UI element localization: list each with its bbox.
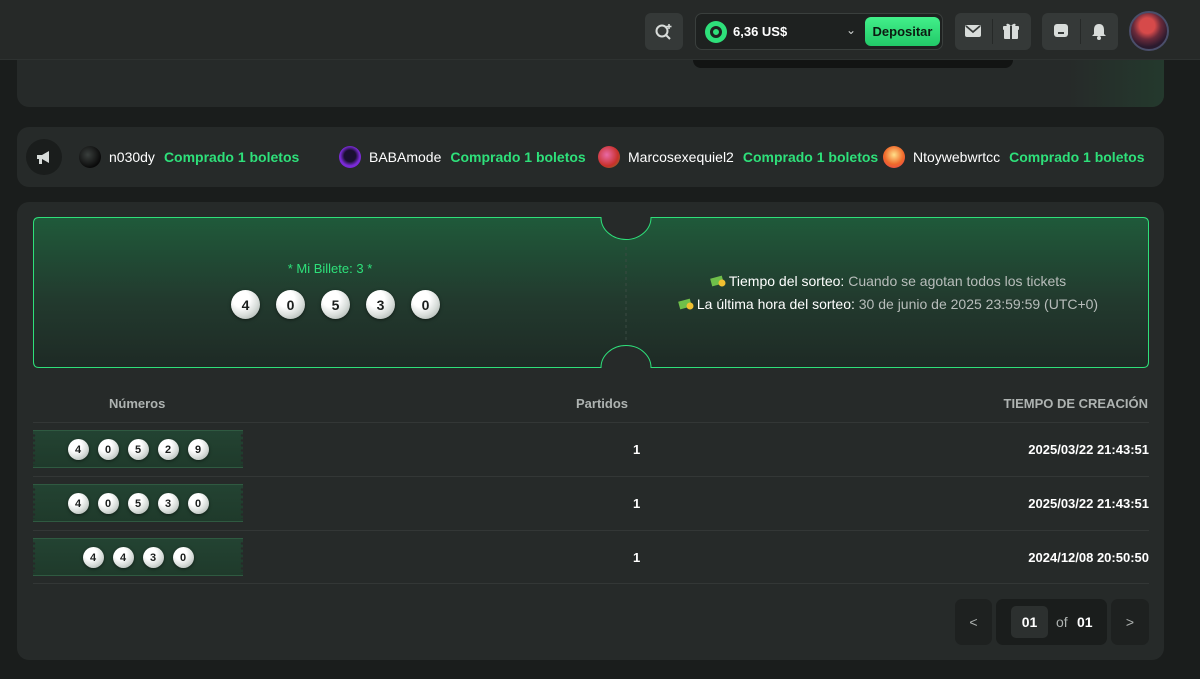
number-ball: 9: [187, 439, 209, 460]
money-icon: [710, 275, 726, 287]
created-time: 2024/12/08 20:50:50: [1028, 550, 1149, 565]
created-time: 2025/03/22 21:43:51: [1028, 442, 1149, 457]
ticker-username: BABAmode: [369, 149, 442, 165]
table-row: 4 4 3 0 1 2024/12/08 20:50:50: [32, 530, 1149, 584]
number-ball: 5: [127, 493, 149, 514]
mini-ticket: 4 0 5 3 0: [32, 484, 244, 522]
user-avatar[interactable]: [1129, 11, 1169, 51]
my-ticket-numbers: 4 0 5 3 0: [231, 290, 440, 319]
mail-icon[interactable]: [963, 21, 983, 41]
number-ball: 4: [67, 493, 89, 514]
ticker-username: Marcosexequiel2: [628, 149, 734, 165]
number-ball: 4: [231, 290, 260, 319]
last-draw-value: 30 de junio de 2025 23:59:59 (UTC+0): [858, 296, 1099, 312]
chevron-down-icon[interactable]: ⌄: [846, 23, 856, 37]
prev-page-button[interactable]: <: [955, 599, 992, 645]
ticker-item: Marcosexequiel2 Comprado 1 boletos: [598, 145, 878, 169]
draw-time-label: Tiempo del sorteo:: [728, 273, 845, 289]
number-ball: 3: [366, 290, 395, 319]
table-row: 4 0 5 3 0 1 2025/03/22 21:43:51: [32, 476, 1149, 530]
avatar: [339, 146, 361, 168]
draw-time-info: Tiempo del sorteo: Cuando se agotan todo…: [627, 273, 1149, 289]
avatar: [598, 146, 620, 168]
gift-icon[interactable]: [1001, 21, 1021, 41]
draw-time-value: Cuando se agotan todos los tickets: [848, 273, 1067, 289]
number-ball: 0: [276, 290, 305, 319]
created-time: 2025/03/22 21:43:51: [1028, 496, 1149, 511]
number-ball: 3: [157, 493, 179, 514]
number-ball: 4: [82, 547, 104, 568]
number-ball: 0: [172, 547, 194, 568]
matches-count: 1: [633, 496, 641, 511]
ticker-action: Comprado 1 boletos: [450, 149, 586, 165]
banner: [17, 60, 1164, 107]
tickets-panel: * Mi Billete: 3 * 4 0 5 3 0 Tiempo del s…: [17, 202, 1164, 660]
page-indicator: 01 of 01: [996, 599, 1107, 645]
number-ball: 2: [157, 439, 179, 460]
next-page-button[interactable]: >: [1111, 599, 1149, 645]
wallet-selector[interactable]: 6,36 US$ ⌄ Depositar: [695, 13, 943, 50]
number-ball: 0: [97, 439, 119, 460]
number-ball: 0: [411, 290, 440, 319]
current-page-input[interactable]: 01: [1011, 606, 1048, 638]
column-header-created: TIEMPO DE CREACIÓN: [1003, 396, 1148, 411]
chat-notifications-group: [1042, 13, 1118, 50]
last-draw-info: La última hora del sorteo: 30 de junio d…: [627, 296, 1149, 312]
avatar: [883, 146, 905, 168]
avatar: [79, 146, 101, 168]
money-icon: [678, 298, 694, 310]
currency-coin-icon: [705, 21, 727, 43]
wallet-balance: 6,36 US$: [733, 24, 788, 39]
ticker-username: n030dy: [109, 149, 155, 165]
number-ball: 4: [67, 439, 89, 460]
deposit-button[interactable]: Depositar: [865, 17, 940, 46]
ticker-action: Comprado 1 boletos: [1009, 149, 1145, 165]
number-ball: 3: [142, 547, 164, 568]
my-ticket-count: * Mi Billete: 3 *: [287, 261, 373, 276]
column-header-matches: Partidos: [576, 396, 629, 411]
messages-gifts-group: [955, 13, 1031, 50]
bell-icon[interactable]: [1089, 21, 1109, 41]
megaphone-icon: [26, 139, 62, 175]
matches-count: 1: [633, 550, 641, 565]
number-ball: 5: [321, 290, 350, 319]
ticker-item: Ntoywebwrtcc Comprado 1 boletos: [883, 145, 1145, 169]
ticker-item: n030dy Comprado 1 boletos: [79, 145, 299, 169]
top-navbar: 6,36 US$ ⌄ Depositar: [0, 0, 1200, 60]
search-button[interactable]: [645, 13, 683, 50]
ticker-action: Comprado 1 boletos: [742, 149, 879, 165]
purchase-ticker: n030dy Comprado 1 boletos BABAmode Compr…: [17, 127, 1164, 187]
page-of-label: of: [1056, 614, 1068, 630]
ticker-action: Comprado 1 boletos: [163, 149, 300, 165]
ticker-item: BABAmode Comprado 1 boletos: [339, 145, 586, 169]
search-icon: [655, 23, 672, 40]
ticker-username: Ntoywebwrtcc: [913, 149, 1001, 165]
number-ball: 0: [97, 493, 119, 514]
number-ball: 5: [127, 439, 149, 460]
matches-count: 1: [633, 442, 641, 457]
column-header-numbers: Números: [109, 396, 166, 411]
chat-icon[interactable]: [1052, 22, 1070, 40]
table-row: 4 0 5 2 9 1 2025/03/22 21:43:51: [32, 422, 1149, 476]
mini-ticket: 4 0 5 2 9: [32, 430, 244, 468]
total-pages: 01: [1077, 614, 1093, 630]
number-ball: 4: [112, 547, 134, 568]
last-draw-label: La última hora del sorteo:: [696, 296, 855, 312]
mini-ticket: 4 4 3 0: [32, 538, 244, 576]
my-ticket-card: * Mi Billete: 3 * 4 0 5 3 0 Tiempo del s…: [33, 217, 1149, 368]
number-ball: 0: [187, 493, 209, 514]
